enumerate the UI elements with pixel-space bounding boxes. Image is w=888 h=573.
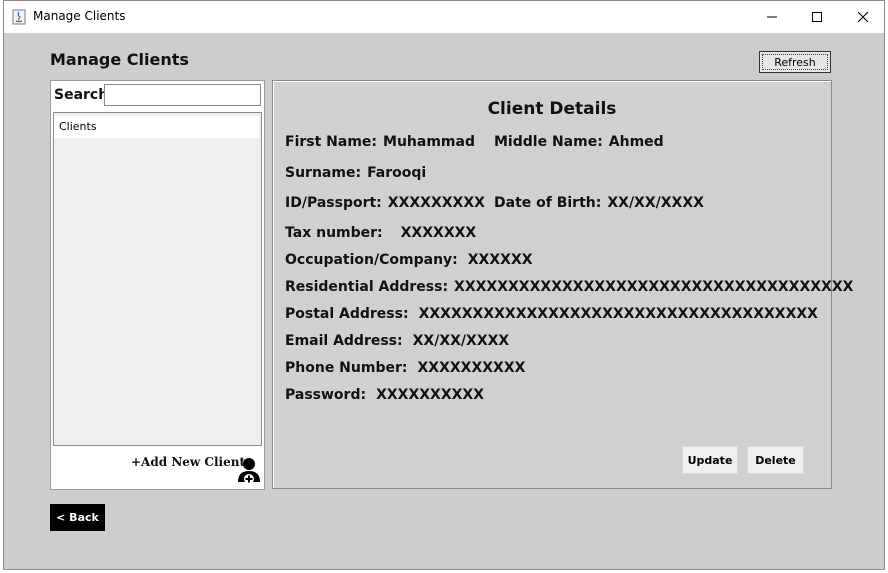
email-address-value: XX/XX/XXXX bbox=[412, 333, 510, 349]
middle-name-field: Middle Name: Ahmed bbox=[494, 134, 664, 150]
client-details-panel: Client Details First Name: Muhammad Middl… bbox=[272, 80, 853, 489]
date-of-birth-field: Date of Birth: XX/XX/XXXX bbox=[494, 195, 704, 211]
close-icon bbox=[857, 11, 869, 23]
first-name-value: Muhammad bbox=[383, 134, 475, 150]
password-label: Password: bbox=[285, 387, 367, 403]
id-passport-field: ID/Passport: XXXXXXXXX bbox=[285, 195, 485, 211]
refresh-button[interactable]: Refresh bbox=[759, 51, 831, 73]
password-field: Password: XXXXXXXXXX bbox=[285, 387, 484, 403]
title-bar: Manage Clients bbox=[4, 1, 884, 33]
residential-address-field: Residential Address: XXXXXXXXXXXXXXXXXXXX… bbox=[285, 279, 853, 295]
postal-address-value: XXXXXXXXXXXXXXXXXXXXXXXXXXXXXXXXXXXXX bbox=[418, 306, 818, 322]
email-address-label: Email Address: bbox=[285, 333, 403, 349]
date-of-birth-value: XX/XX/XXXX bbox=[607, 195, 704, 211]
occupation-label: Occupation/Company: bbox=[285, 252, 458, 268]
update-button[interactable]: Update bbox=[682, 446, 738, 474]
phone-number-value: XXXXXXXXXX bbox=[417, 360, 526, 376]
middle-name-label: Middle Name: bbox=[494, 134, 603, 150]
id-passport-label: ID/Passport: bbox=[285, 195, 382, 211]
tax-number-value: XXXXXXX bbox=[400, 225, 477, 241]
first-name-label: First Name: bbox=[285, 134, 378, 150]
add-user-icon[interactable] bbox=[236, 456, 262, 486]
date-of-birth-label: Date of Birth: bbox=[494, 195, 602, 211]
search-label: Search bbox=[54, 87, 109, 103]
postal-address-field: Postal Address: XXXXXXXXXXXXXXXXXXXXXXXXX… bbox=[285, 306, 818, 322]
client-list[interactable]: Clients bbox=[53, 112, 262, 446]
window-title: Manage Clients bbox=[33, 9, 126, 23]
minimize-button[interactable] bbox=[749, 1, 795, 33]
phone-number-field: Phone Number: XXXXXXXXXX bbox=[285, 360, 525, 376]
close-button[interactable] bbox=[840, 1, 886, 33]
add-new-client-button[interactable]: +Add New Client bbox=[131, 455, 245, 469]
surname-value: Farooqi bbox=[367, 165, 427, 181]
tax-number-field: Tax number: XXXXXXX bbox=[285, 225, 476, 241]
id-passport-value: XXXXXXXXX bbox=[387, 195, 485, 211]
client-list-panel: Search Clients +Add New Client bbox=[50, 80, 265, 490]
list-item[interactable]: Clients bbox=[54, 116, 259, 138]
surname-label: Surname: bbox=[285, 165, 362, 181]
java-app-icon bbox=[12, 9, 26, 25]
occupation-value: XXXXXX bbox=[467, 252, 533, 268]
email-address-field: Email Address: XX/XX/XXXX bbox=[285, 333, 509, 349]
back-button[interactable]: < Back bbox=[50, 504, 105, 531]
maximize-button[interactable] bbox=[794, 1, 840, 33]
page-title: Manage Clients bbox=[50, 50, 189, 69]
postal-address-label: Postal Address: bbox=[285, 306, 409, 322]
occupation-field: Occupation/Company: XXXXXX bbox=[285, 252, 533, 268]
residential-address-value: XXXXXXXXXXXXXXXXXXXXXXXXXXXXXXXXXXXXX bbox=[454, 279, 854, 295]
maximize-icon bbox=[812, 12, 822, 22]
search-input[interactable] bbox=[104, 84, 261, 106]
delete-button[interactable]: Delete bbox=[747, 446, 804, 474]
tax-number-label: Tax number: bbox=[285, 225, 383, 241]
phone-number-label: Phone Number: bbox=[285, 360, 408, 376]
residential-address-label: Residential Address: bbox=[285, 279, 449, 295]
details-title: Client Details bbox=[487, 99, 617, 119]
app-window: Manage Clients Manage Clients Refresh Se… bbox=[3, 0, 885, 570]
password-value: XXXXXXXXXX bbox=[376, 387, 485, 403]
middle-name-value: Ahmed bbox=[608, 134, 664, 150]
first-name-field: First Name: Muhammad bbox=[285, 134, 475, 150]
minimize-icon bbox=[767, 16, 777, 18]
surname-field: Surname: Farooqi bbox=[285, 165, 426, 181]
